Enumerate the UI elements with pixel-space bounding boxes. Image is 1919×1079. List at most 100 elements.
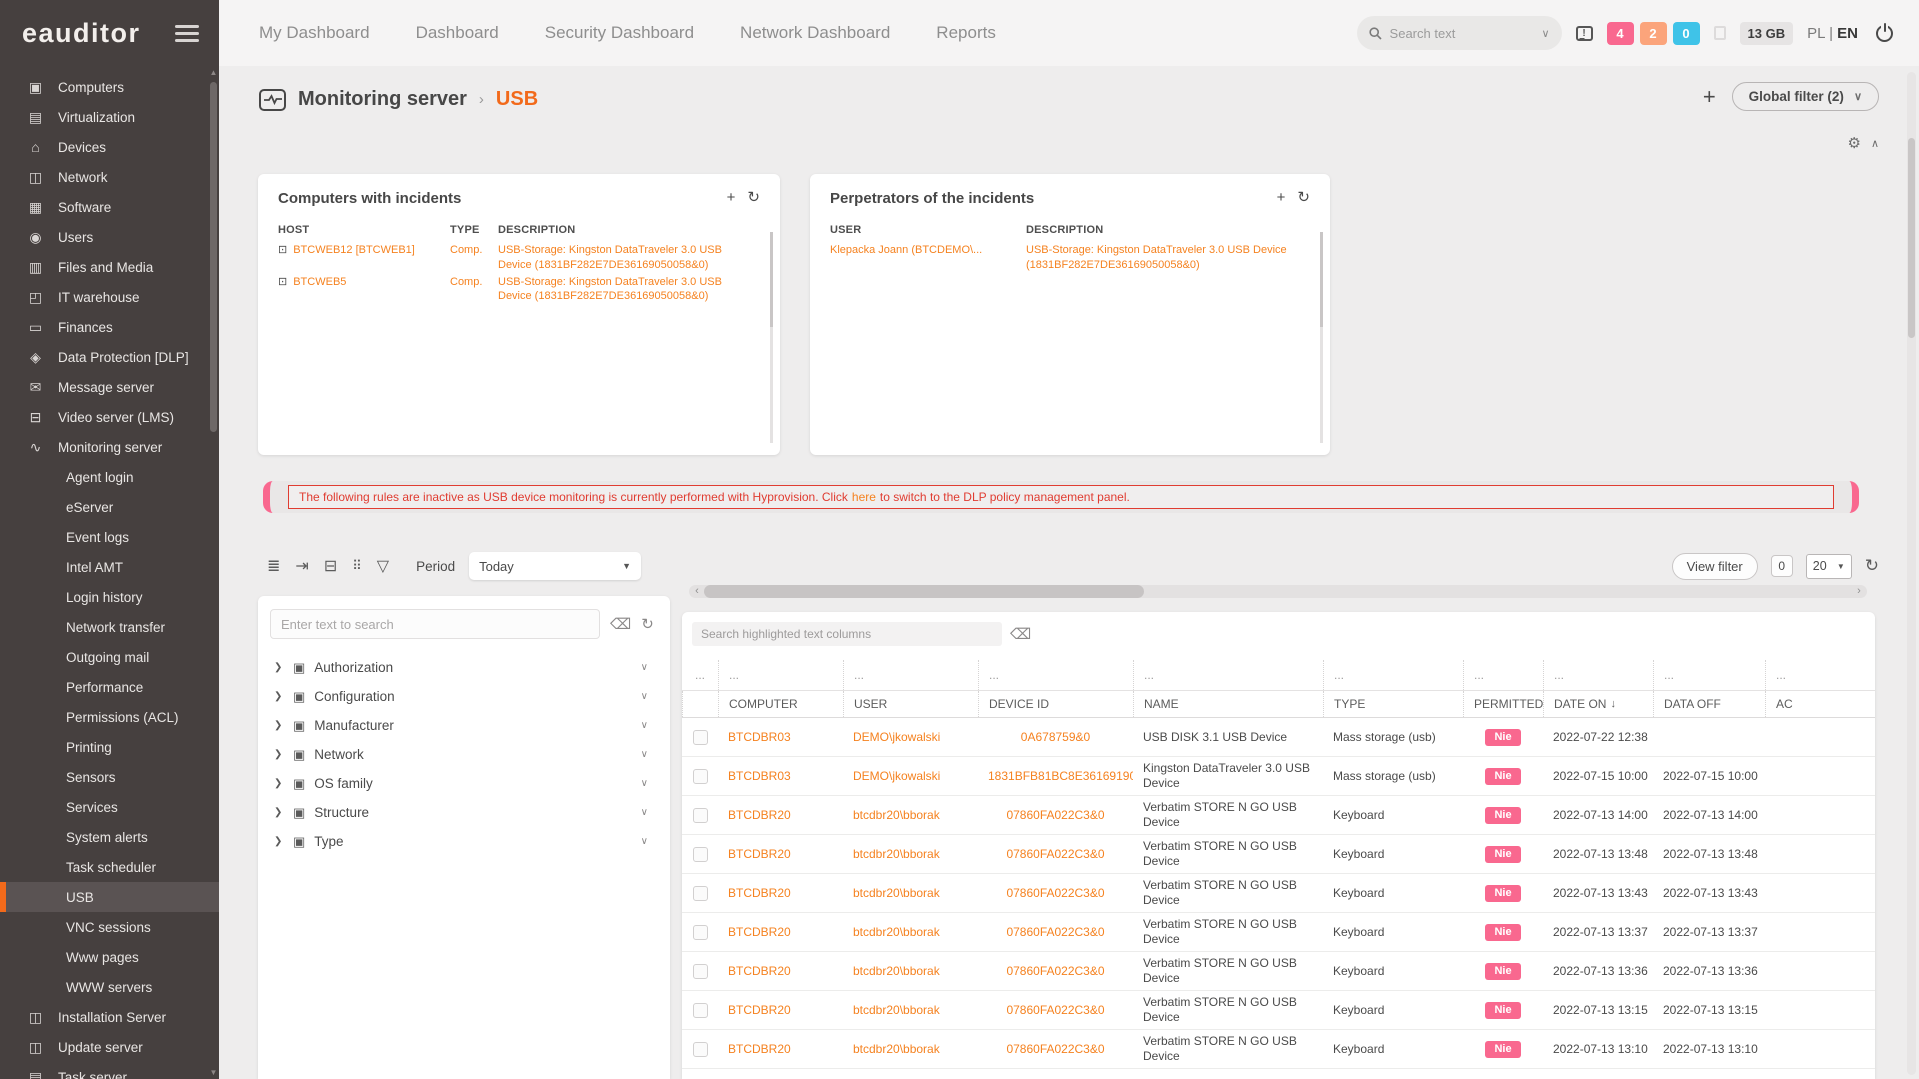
tree-node[interactable]: ❯ ▣ Network ∨: [270, 740, 658, 769]
table-row[interactable]: BTCDBR20 btcdbr20\bborak 07860FA022C3&0 …: [682, 874, 1875, 913]
grid-columns-icon[interactable]: ⠿: [352, 558, 362, 574]
tree-node[interactable]: ❯ ▣ Authorization ∨: [270, 653, 658, 682]
sidebar-item-www-servers[interactable]: WWW servers: [0, 972, 219, 1002]
horizontal-scrollbar[interactable]: ‹ ›: [689, 585, 1867, 598]
scrollbar-thumb[interactable]: [210, 82, 217, 432]
power-icon[interactable]: [1876, 25, 1893, 42]
tree-view-icon[interactable]: ≣: [267, 556, 280, 576]
expand-chevron-icon[interactable]: ❯: [274, 691, 284, 702]
table-row[interactable]: BTCDBR20 btcdbr20\bborak 07860FA022C3&0 …: [682, 1030, 1875, 1069]
column-header[interactable]: [682, 691, 718, 717]
row-checkbox[interactable]: [693, 1003, 708, 1018]
scrollbar-thumb[interactable]: [704, 585, 1144, 598]
refresh-table-icon[interactable]: ↻: [1865, 556, 1879, 576]
refresh-icon[interactable]: ↻: [747, 190, 760, 205]
scroll-right-icon[interactable]: ›: [1851, 585, 1867, 598]
row-checkbox[interactable]: [693, 1042, 708, 1057]
collapse-chevron-icon[interactable]: ∨: [641, 749, 648, 760]
cell-device-id[interactable]: 07860FA022C3&0: [978, 999, 1133, 1021]
column-filter[interactable]: ...: [1133, 660, 1323, 690]
cell-user[interactable]: btcdbr20\bborak: [843, 960, 978, 982]
sidebar-item-monitoring-server[interactable]: ∿Monitoring server: [0, 432, 219, 462]
print-icon[interactable]: ⊟: [324, 556, 337, 576]
cell-user[interactable]: DEMO\jkowalski: [843, 765, 978, 787]
expand-chevron-icon[interactable]: ❯: [274, 778, 284, 789]
sidebar-item-installation-server[interactable]: ◫Installation Server: [0, 1002, 219, 1032]
table-row[interactable]: BTCDBR20 btcdbr20\bborak 07860FA022C3&0 …: [682, 835, 1875, 874]
table-row[interactable]: BTCDBR03 DEMO\jkowalski 0A678759&0 USB D…: [682, 718, 1875, 757]
sidebar-item-virtualization[interactable]: ▤Virtualization: [0, 102, 219, 132]
cell-user[interactable]: btcdbr20\bborak: [843, 843, 978, 865]
cell-device-id[interactable]: 07860FA022C3&0: [978, 804, 1133, 826]
language-switcher[interactable]: PL | EN: [1807, 25, 1858, 42]
sidebar-item-www-pages[interactable]: Www pages: [0, 942, 219, 972]
feedback-icon[interactable]: [1576, 26, 1593, 41]
sidebar-item-permissions-acl[interactable]: Permissions (ACL): [0, 702, 219, 732]
cell-device-id[interactable]: 0A678759&0: [978, 726, 1133, 748]
column-filter[interactable]: ...: [1765, 660, 1875, 690]
panel-scrollbar[interactable]: [1320, 232, 1323, 443]
cell-computer[interactable]: BTCDBR03: [718, 765, 843, 787]
collapse-chevron-icon[interactable]: ∨: [641, 662, 648, 673]
cell-user[interactable]: btcdbr20\bborak: [843, 921, 978, 943]
perpetrator-user-link[interactable]: Klepacka Joann (BTCDEMO\...: [830, 243, 1026, 272]
column-filter[interactable]: ...: [1463, 660, 1543, 690]
export-icon[interactable]: ⇥: [295, 556, 308, 576]
row-checkbox[interactable]: [693, 925, 708, 940]
sidebar-item-intel-amt[interactable]: Intel AMT: [0, 552, 219, 582]
cell-computer[interactable]: BTCDBR20: [718, 1038, 843, 1060]
sidebar-item-devices[interactable]: ⌂Devices: [0, 132, 219, 162]
column-filter[interactable]: ...: [718, 660, 843, 690]
column-header[interactable]: PERMITTED: [1463, 691, 1543, 717]
column-filter[interactable]: ...: [1653, 660, 1765, 690]
top-nav-item[interactable]: Dashboard: [416, 23, 499, 43]
column-header[interactable]: COMPUTER: [718, 691, 843, 717]
cell-computer[interactable]: BTCDBR20: [718, 921, 843, 943]
add-widget-icon[interactable]: +: [1277, 190, 1286, 205]
refresh-icon[interactable]: ↻: [641, 615, 654, 633]
incident-host-link[interactable]: BTCWEB12 [BTCWEB1]: [293, 243, 415, 257]
expand-chevron-icon[interactable]: ❯: [274, 720, 284, 731]
top-nav-item[interactable]: My Dashboard: [259, 23, 370, 43]
cell-user[interactable]: btcdbr20\bborak: [843, 804, 978, 826]
sidebar-item-performance[interactable]: Performance: [0, 672, 219, 702]
filter-funnel-icon[interactable]: ▽: [377, 556, 389, 576]
sidebar-item-finances[interactable]: ▭Finances: [0, 312, 219, 342]
column-filter[interactable]: ...: [1323, 660, 1463, 690]
table-search-input[interactable]: [692, 622, 1002, 646]
breadcrumb-section[interactable]: Monitoring server: [298, 88, 467, 111]
panel-scrollbar[interactable]: [770, 232, 773, 443]
table-row[interactable]: BTCDBR20 btcdbr20\bborak 07860FA022C3&0 …: [682, 913, 1875, 952]
hamburger-menu-icon[interactable]: [175, 25, 199, 42]
refresh-icon[interactable]: ↻: [1297, 190, 1310, 205]
cell-user[interactable]: btcdbr20\bborak: [843, 882, 978, 904]
global-filter-button[interactable]: Global filter (2) ∨: [1732, 82, 1879, 111]
tree-node[interactable]: ❯ ▣ OS family ∨: [270, 769, 658, 798]
sidebar-item-outgoing-mail[interactable]: Outgoing mail: [0, 642, 219, 672]
sidebar-item-video-server-lms[interactable]: ⊟Video server (LMS): [0, 402, 219, 432]
column-filter[interactable]: ...: [1543, 660, 1653, 690]
column-filter[interactable]: ...: [978, 660, 1133, 690]
cell-device-id[interactable]: 07860FA022C3&0: [978, 843, 1133, 865]
column-header[interactable]: USER: [843, 691, 978, 717]
tree-node[interactable]: ❯ ▣ Manufacturer ∨: [270, 711, 658, 740]
expand-chevron-icon[interactable]: ❯: [274, 836, 284, 847]
sidebar-item-network-transfer[interactable]: Network transfer: [0, 612, 219, 642]
clear-icon[interactable]: ⌫: [1010, 625, 1031, 643]
sidebar-item-login-history[interactable]: Login history: [0, 582, 219, 612]
cell-device-id[interactable]: 07860FA022C3&0: [978, 921, 1133, 943]
cell-device-id[interactable]: 1831BFB81BC8E3616919006: [978, 765, 1133, 787]
sidebar-item-services[interactable]: Services: [0, 792, 219, 822]
top-nav-item[interactable]: Network Dashboard: [740, 23, 890, 43]
column-header[interactable]: DEVICE ID: [978, 691, 1133, 717]
column-filter[interactable]: ...: [682, 660, 718, 690]
column-header[interactable]: DATA OFF: [1653, 691, 1765, 717]
sidebar-item-eserver[interactable]: eServer: [0, 492, 219, 522]
top-nav-item[interactable]: Security Dashboard: [545, 23, 694, 43]
collapse-chevron-icon[interactable]: ∨: [641, 836, 648, 847]
cell-device-id[interactable]: 07860FA022C3&0: [978, 1038, 1133, 1060]
cell-computer[interactable]: BTCDBR20: [718, 804, 843, 826]
sidebar-item-event-logs[interactable]: Event logs: [0, 522, 219, 552]
column-filter[interactable]: ...: [843, 660, 978, 690]
row-checkbox[interactable]: [693, 769, 708, 784]
